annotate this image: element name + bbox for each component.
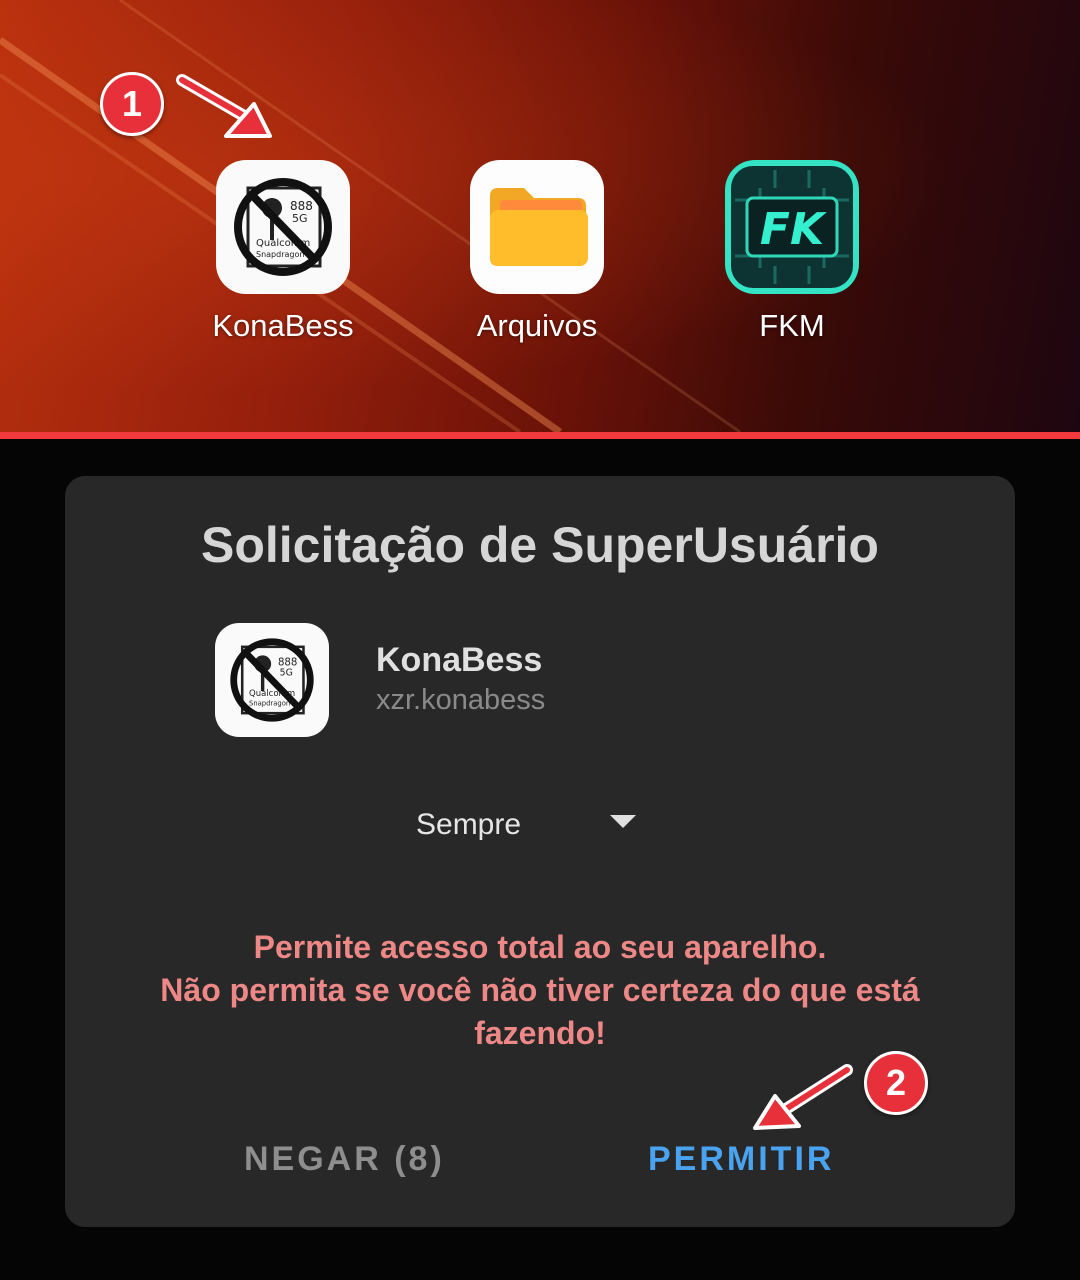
requesting-app-name: KonaBess [376,641,543,679]
warning-line-3: fazendo! [474,1015,606,1051]
step-1-badge: 1 [100,72,164,136]
app-label-arquivos: Arquivos [476,308,598,343]
duration-select-value: Sempre [416,808,522,841]
svg-text:5G: 5G [292,212,308,225]
step-2-arrow-icon [753,1064,853,1130]
warning-line-2: Não permita se você não tiver certeza do… [160,972,920,1008]
step-1-arrow-icon [176,74,272,138]
folder-icon [470,160,604,294]
svg-text:Snapdragon: Snapdragon [249,700,290,708]
konabess-icon: 888 5G Qualcomm Snapdragon [216,160,350,294]
app-konabess[interactable]: 888 5G Qualcomm Snapdragon KonaBess [183,160,383,344]
step-2-badge: 2 [864,1051,928,1115]
fkm-icon: FK [725,160,859,294]
step-1-number: 1 [121,83,143,124]
chevron-down-icon [610,815,636,828]
app-fkm[interactable]: FK FKM [692,160,892,344]
screenshot-divider [0,432,1080,439]
app-label-konabess: KonaBess [212,308,354,343]
svg-text:888: 888 [290,199,313,213]
requesting-app-icon: 888 5G Qualcomm Snapdragon [215,623,329,737]
duration-select[interactable]: Sempre [405,804,645,848]
warning-line-1: Permite acesso total ao seu aparelho. [253,929,827,965]
svg-text:Snapdragon: Snapdragon [256,250,304,259]
dialog-title: Solicitação de SuperUsuário [201,517,879,573]
requesting-app-package: xzr.konabess [376,684,546,716]
deny-button[interactable]: NEGAR (8) [244,1140,445,1179]
app-arquivos[interactable]: Arquivos [437,160,637,344]
app-label-fkm: FKM [759,308,825,343]
svg-text:888: 888 [278,658,297,669]
warning-message: Permite acesso total ao seu aparelho. Nã… [95,926,985,1055]
svg-text:5G: 5G [280,668,293,679]
step-2-number: 2 [885,1062,907,1103]
fkm-icon-text: FK [760,204,827,255]
